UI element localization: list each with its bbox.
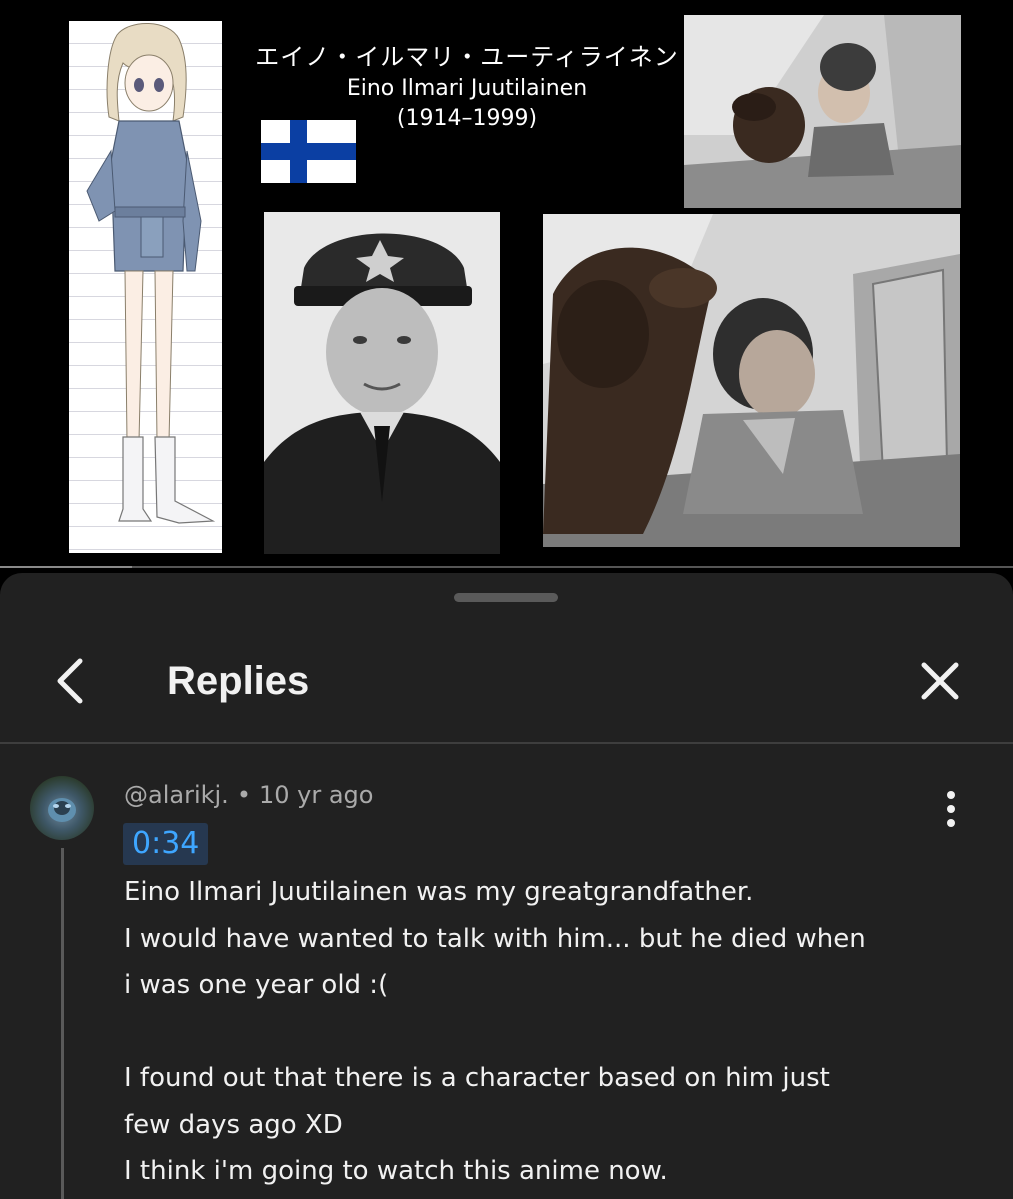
comment-age: 10 yr ago (258, 781, 374, 809)
comment-line: I think i'm going to watch this anime no… (124, 1156, 668, 1186)
drag-handle[interactable] (454, 593, 558, 602)
back-button[interactable] (48, 655, 92, 707)
thread-line (61, 848, 64, 1199)
timestamp-link[interactable]: 0:34 (123, 823, 209, 865)
more-vertical-icon (947, 791, 955, 827)
header-divider (0, 742, 1013, 744)
anime-character-image (69, 21, 222, 553)
more-options-button[interactable] (936, 789, 966, 829)
caption-english-name: Eino Ilmari Juutilainen (346, 76, 588, 101)
video-frame[interactable]: エイノ・イルマリ・ユーティライネン Eino Ilmari Juutilaine… (0, 0, 1013, 568)
video-progress-fill (0, 566, 132, 568)
caption-japanese-name: エイノ・イルマリ・ユーティライネン (255, 43, 679, 71)
comment-text: Eino Ilmari Juutilainen was my greatgran… (124, 869, 984, 1195)
video-progress-bar[interactable] (0, 566, 1013, 568)
comment-line: I found out that there is a character ba… (124, 1063, 830, 1093)
comment-line: few days ago XD (124, 1109, 343, 1140)
replies-panel: Replies @alarikj. • 10 yr ago 0:34 Eino Il… (0, 573, 1013, 1199)
finland-flag (261, 120, 356, 183)
avatar[interactable] (30, 776, 94, 840)
close-button[interactable] (916, 657, 964, 705)
close-icon (921, 662, 959, 700)
comment-line (124, 1009, 984, 1056)
comment-author[interactable]: @alarikj. (124, 781, 229, 809)
cockpit-photo-small (684, 15, 961, 208)
meta-separator: • (236, 781, 251, 809)
chevron-left-icon (57, 658, 83, 704)
comment-line: i was one year old :( (124, 970, 389, 1000)
panel-title: Replies (167, 659, 310, 703)
comment-line: I would have wanted to talk with him... … (124, 923, 866, 954)
comment-line: Eino Ilmari Juutilainen was my greatgran… (124, 877, 754, 907)
cockpit-photo-large (543, 214, 960, 547)
comment-meta: @alarikj. • 10 yr ago (124, 779, 373, 811)
portrait-photo (264, 212, 500, 554)
